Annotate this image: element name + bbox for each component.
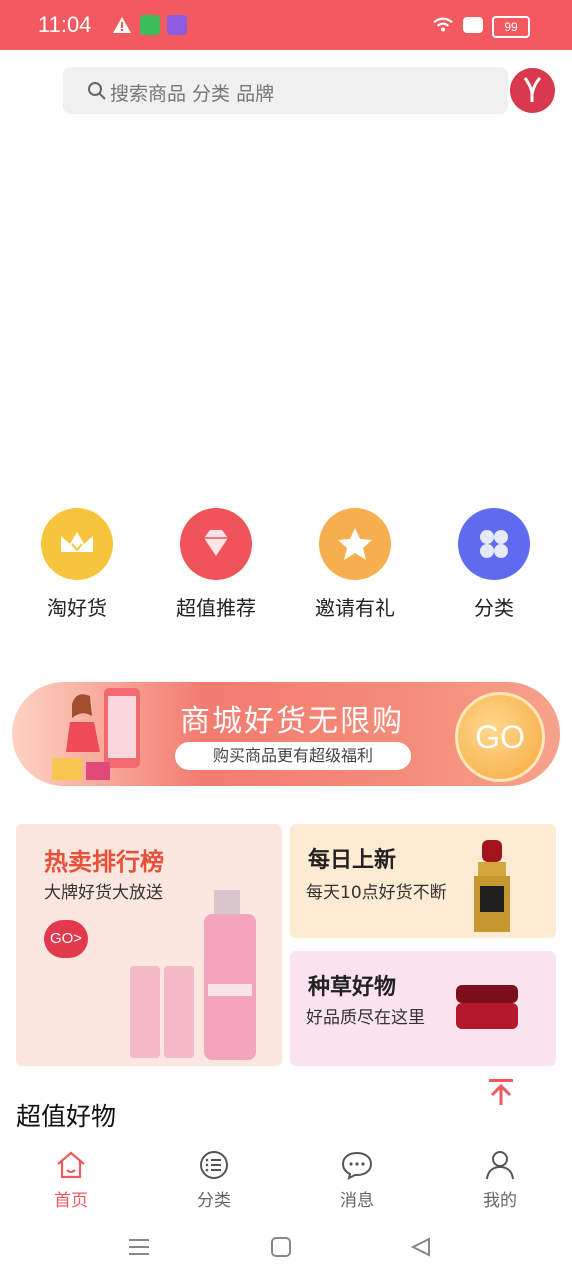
clover-icon (458, 508, 530, 580)
tab-home[interactable]: 首页 (21, 1150, 121, 1211)
promo-daily-title: 每日上新 (308, 848, 397, 873)
battery-icon: 99 (492, 16, 530, 38)
diamond-icon (180, 508, 252, 580)
promo-grass-title: 种草好物 (308, 975, 397, 1000)
search-input[interactable]: 搜索商品 分类 品牌 (63, 67, 508, 114)
promo-card-daily[interactable]: 每日上新 每天10点好货不断 (290, 824, 556, 938)
tab-label: 分类 (197, 1191, 231, 1211)
category-label: 淘好货 (47, 596, 107, 620)
tab-label: 消息 (340, 1191, 374, 1211)
category-chaozhituijian[interactable]: 超值推荐 (156, 508, 276, 621)
promo-card-hot[interactable]: 热卖排行榜 大牌好货大放送 GO> (16, 824, 282, 1066)
status-bar: 11:04 99 (0, 0, 572, 50)
crown-icon (41, 508, 113, 580)
tab-label: 首页 (54, 1191, 88, 1211)
bottom-tab-bar: 首页 分类 消息 我的 (0, 1140, 572, 1220)
tab-mine[interactable]: 我的 (450, 1150, 550, 1211)
warning-icon (113, 17, 131, 33)
menu-icon[interactable] (128, 1236, 150, 1258)
category-label: 邀请有礼 (315, 596, 395, 620)
lipstick-image (474, 840, 510, 932)
banner-subtitle: 购买商品更有超级福利 (175, 742, 411, 770)
status-time: 11:04 (38, 12, 92, 37)
shopping-girl-illustration (52, 688, 140, 780)
promo-banner[interactable]: 商城好货无限购 购买商品更有超级福利 GO (12, 682, 560, 786)
category-shortcuts: 淘好货 超值推荐 邀请有礼 分类 (0, 508, 572, 628)
category-yaoqingyouli[interactable]: 邀请有礼 (295, 508, 415, 621)
tab-category[interactable]: 分类 (164, 1150, 264, 1211)
star-icon (319, 508, 391, 580)
home-square-icon[interactable] (270, 1236, 292, 1258)
tab-messages[interactable]: 消息 (307, 1150, 407, 1211)
promo-hot-go-button[interactable]: GO> (44, 920, 88, 958)
cream-jar-image (456, 985, 518, 1029)
lotion-bottles-image (130, 890, 256, 1060)
battery-level: 99 (504, 20, 518, 34)
category-list-icon (200, 1151, 228, 1179)
search-placeholder: 搜索商品 分类 品牌 (110, 83, 275, 105)
promo-hot-title: 热卖排行榜 (44, 848, 164, 876)
message-icon (341, 1151, 373, 1180)
logo-icon (523, 76, 542, 102)
sim-off-icon (463, 17, 483, 33)
wifi-icon (433, 17, 453, 32)
header: 搜索商品 分类 品牌 (0, 50, 572, 130)
category-taohaohuo[interactable]: 淘好货 (17, 508, 137, 621)
banner-go-button[interactable]: GO (455, 692, 545, 782)
search-icon (88, 82, 106, 100)
user-icon (486, 1151, 514, 1180)
app-icon-green (140, 15, 160, 35)
section-title: 超值好物 (16, 1102, 117, 1131)
banner-title: 商城好货无限购 (180, 704, 404, 739)
promo-daily-subtitle: 每天10点好货不断 (306, 883, 447, 903)
category-fenlei[interactable]: 分类 (434, 508, 554, 621)
category-label: 分类 (474, 596, 514, 620)
system-nav-bar (0, 1220, 572, 1280)
promo-card-grass[interactable]: 种草好物 好品质尽在这里 (290, 951, 556, 1066)
brand-logo[interactable] (510, 68, 555, 113)
app-icon-purple (167, 15, 187, 35)
tab-label: 我的 (483, 1191, 517, 1211)
back-to-top-icon[interactable] (486, 1077, 516, 1107)
category-label: 超值推荐 (176, 596, 256, 620)
back-triangle-icon[interactable] (410, 1236, 432, 1258)
promo-grass-subtitle: 好品质尽在这里 (306, 1008, 425, 1028)
home-icon (57, 1151, 85, 1179)
